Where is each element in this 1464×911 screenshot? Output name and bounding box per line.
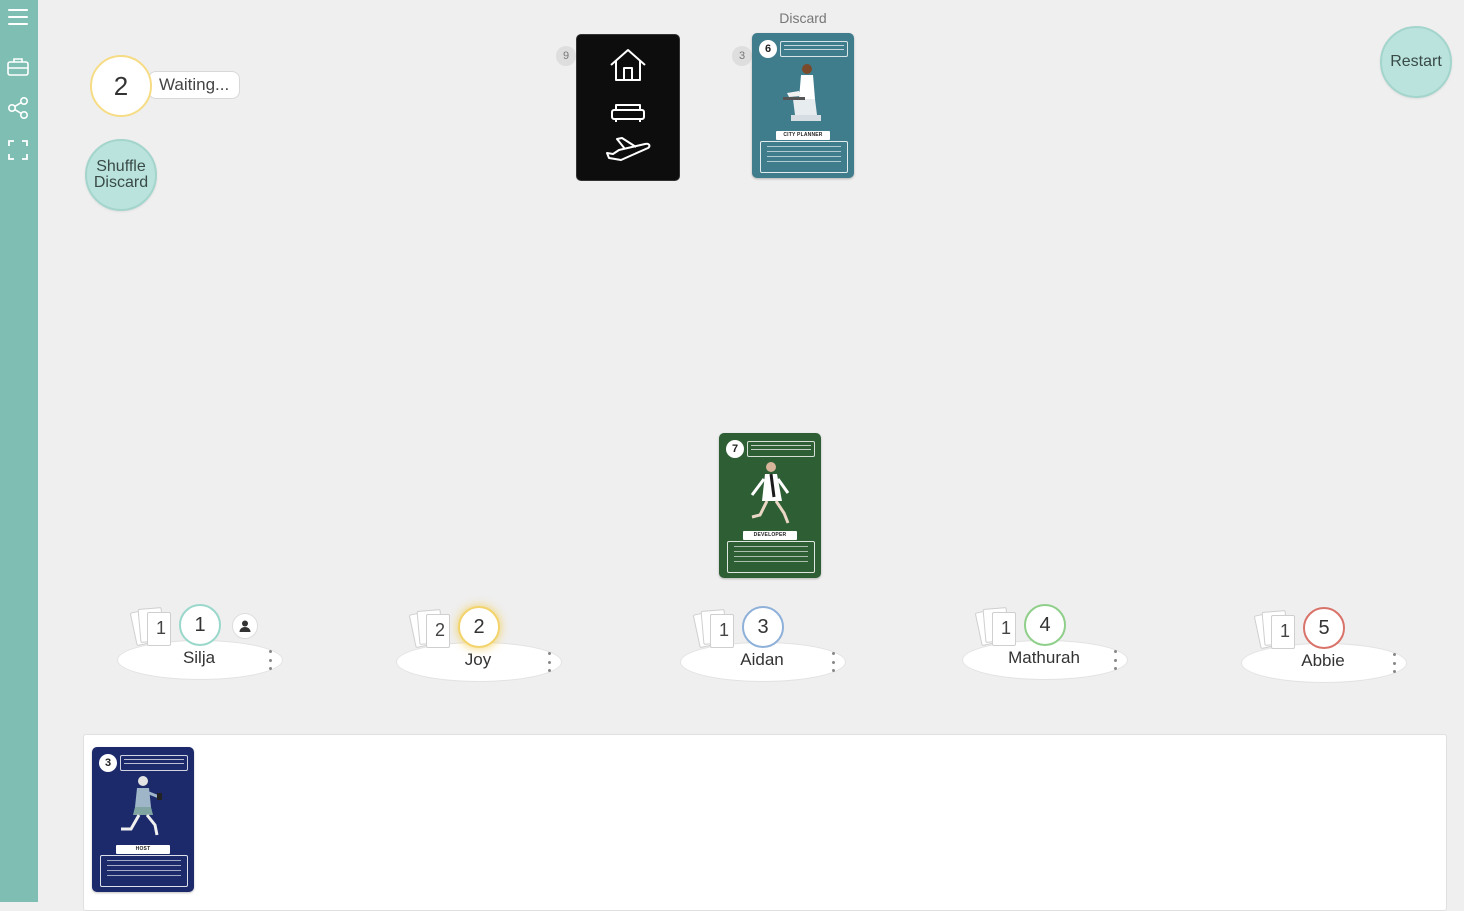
hand-card[interactable]: 3 HOST xyxy=(92,747,194,892)
player-name: Abbie xyxy=(1301,651,1345,670)
menu-icon[interactable] xyxy=(5,4,31,30)
card-description-box xyxy=(780,41,848,57)
share-icon[interactable] xyxy=(5,95,31,121)
player-seat[interactable]: Silja 1 1 xyxy=(117,602,287,687)
airplane-icon xyxy=(606,137,651,161)
house-icon xyxy=(610,49,646,81)
card-number: 7 xyxy=(726,440,744,458)
player-hand: 2 xyxy=(408,608,452,649)
developer-figure-icon xyxy=(750,462,790,524)
player-hand: 1 xyxy=(974,606,1018,647)
my-hand-area: 3 HOST xyxy=(83,734,1447,911)
player-menu-icon[interactable] xyxy=(546,652,552,672)
city-planner-figure-icon xyxy=(783,64,821,121)
host-figure-icon xyxy=(121,776,162,836)
card-text-box xyxy=(727,541,815,573)
player-hand: 1 xyxy=(692,608,736,649)
player-seat-number: 1 xyxy=(179,604,221,646)
player-card-count: 1 xyxy=(155,618,166,638)
player-seat[interactable]: Joy 2 2 xyxy=(396,604,566,689)
player-name: Joy xyxy=(464,650,492,669)
draw-deck[interactable] xyxy=(576,34,680,181)
discard-top-card[interactable]: 6 CITY PLANNER xyxy=(752,33,854,178)
card-role: CITY PLANNER xyxy=(776,131,830,140)
player-seat-number: 3 xyxy=(742,606,784,648)
player-seat[interactable]: Aidan 1 3 xyxy=(680,604,850,689)
player-name: Aidan xyxy=(740,650,784,669)
player-seat-number: 4 xyxy=(1024,604,1066,646)
fullscreen-icon[interactable] xyxy=(5,137,31,163)
player-menu-icon[interactable] xyxy=(1112,650,1118,670)
player-seat-number: 5 xyxy=(1303,607,1345,649)
player-card-count: 2 xyxy=(434,620,445,640)
card-number: 6 xyxy=(759,40,777,58)
card-role: HOST xyxy=(116,845,170,854)
player-name: Mathurah xyxy=(1008,648,1080,667)
card-number: 3 xyxy=(99,754,117,772)
player-seat[interactable]: Abbie 1 5 xyxy=(1241,605,1411,690)
player-menu-icon[interactable] xyxy=(830,652,836,672)
card-text-box xyxy=(760,141,848,173)
discard-count: 3 xyxy=(732,46,752,66)
deck-count: 9 xyxy=(556,46,576,66)
player-seat-number: 2 xyxy=(458,606,500,648)
card-role: DEVELOPER xyxy=(743,531,797,540)
player-hand: 1 xyxy=(129,606,173,647)
player-card-count: 1 xyxy=(1000,618,1011,638)
turn-number: 2 xyxy=(90,55,152,117)
player-seat[interactable]: Mathurah 1 4 xyxy=(962,602,1132,687)
player-card-count: 1 xyxy=(1279,621,1290,641)
restart-button[interactable]: Restart xyxy=(1380,26,1452,98)
player-name: Silja xyxy=(182,648,216,667)
player-card-count: 1 xyxy=(718,620,729,640)
sidebar xyxy=(0,0,38,902)
you-user-icon xyxy=(232,613,258,639)
card-text-box xyxy=(100,855,188,887)
card-description-box xyxy=(120,755,188,771)
player-menu-icon[interactable] xyxy=(1391,653,1397,673)
sofa-icon xyxy=(611,104,645,122)
shuffle-discard-button[interactable]: Shuffle Discard xyxy=(85,139,157,211)
turn-status: Waiting... xyxy=(148,71,241,99)
player-menu-icon[interactable] xyxy=(267,650,273,670)
player-hand: 1 xyxy=(1253,609,1297,650)
played-card[interactable]: 7 DEVELOPER xyxy=(719,433,821,578)
card-description-box xyxy=(747,441,815,457)
discard-label: Discard xyxy=(779,10,827,26)
briefcase-icon[interactable] xyxy=(5,54,31,80)
